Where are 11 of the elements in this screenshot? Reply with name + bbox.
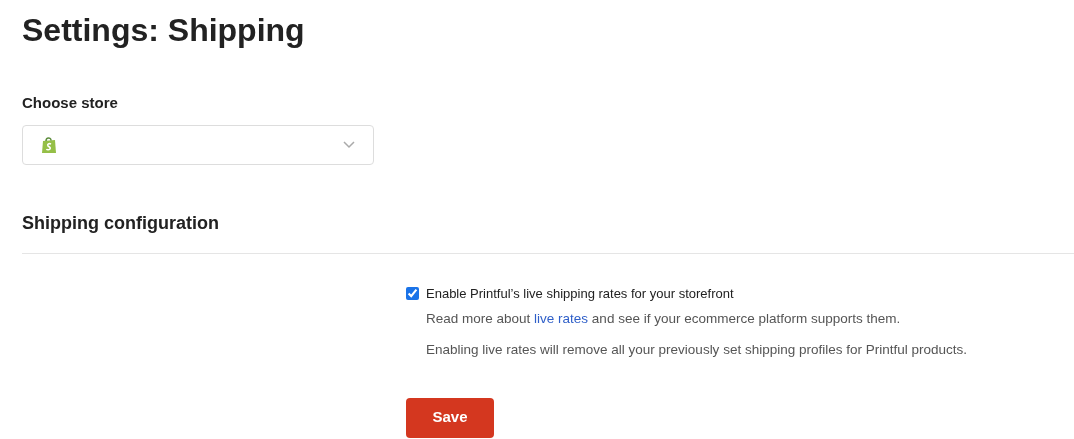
section-heading: Shipping configuration bbox=[22, 211, 219, 235]
save-button[interactable]: Save bbox=[406, 397, 494, 438]
chevron-down-icon bbox=[343, 140, 355, 149]
live-rates-link[interactable]: live rates bbox=[534, 311, 589, 326]
warning-text: Enabling live rates will remove all your previously set shipping profiles for Printful products. bbox=[426, 341, 967, 360]
shopping-bag-icon bbox=[41, 135, 57, 154]
help-text: Read more about live rates and see if your ecommerce platform supports them. bbox=[426, 310, 901, 328]
live-rates-checkbox[interactable] bbox=[406, 286, 419, 300]
checkbox-label: Enable Printful’s live shipping rates for your storefront bbox=[426, 284, 734, 303]
field-label: Choose store bbox=[22, 93, 118, 113]
page-title: Settings: Shipping bbox=[22, 11, 305, 50]
